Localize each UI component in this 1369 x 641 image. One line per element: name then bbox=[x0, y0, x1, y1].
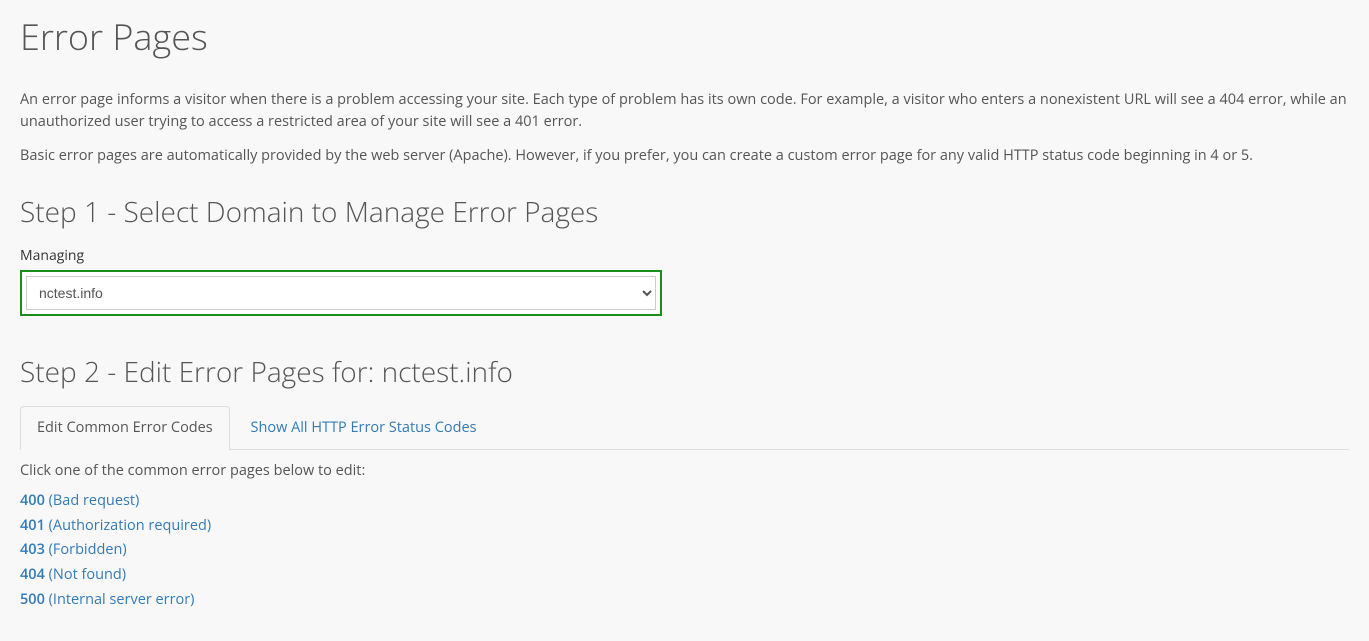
error-desc: (Internal server error) bbox=[49, 590, 195, 609]
domain-select[interactable]: nctest.info bbox=[26, 276, 656, 310]
list-item: 401 (Authorization required) bbox=[20, 515, 1349, 537]
list-item: 404 (Not found) bbox=[20, 564, 1349, 586]
tabs-container: Edit Common Error Codes Show All HTTP Er… bbox=[20, 405, 1349, 450]
error-code: 500 bbox=[20, 590, 45, 609]
error-code: 403 bbox=[20, 540, 45, 559]
page-title: Error Pages bbox=[20, 10, 1349, 64]
error-code: 401 bbox=[20, 516, 45, 535]
error-list: 400 (Bad request) 401 (Authorization req… bbox=[20, 490, 1349, 611]
error-link-401[interactable]: 401 (Authorization required) bbox=[20, 516, 211, 535]
tab-common-error-codes[interactable]: Edit Common Error Codes bbox=[20, 406, 230, 450]
error-link-403[interactable]: 403 (Forbidden) bbox=[20, 540, 127, 559]
error-desc: (Authorization required) bbox=[49, 516, 211, 535]
tab-all-error-codes[interactable]: Show All HTTP Error Status Codes bbox=[234, 406, 494, 449]
managing-label: Managing bbox=[20, 245, 1349, 266]
list-item: 403 (Forbidden) bbox=[20, 539, 1349, 561]
error-link-404[interactable]: 404 (Not found) bbox=[20, 565, 126, 584]
list-item: 500 (Internal server error) bbox=[20, 589, 1349, 611]
intro-paragraph-1: An error page informs a visitor when the… bbox=[20, 89, 1349, 133]
error-code: 400 bbox=[20, 491, 45, 510]
error-link-400[interactable]: 400 (Bad request) bbox=[20, 491, 139, 510]
step1-heading: Step 1 - Select Domain to Manage Error P… bbox=[20, 191, 1349, 233]
error-code: 404 bbox=[20, 565, 45, 584]
error-link-500[interactable]: 500 (Internal server error) bbox=[20, 590, 194, 609]
error-desc: (Forbidden) bbox=[49, 540, 127, 559]
error-desc: (Not found) bbox=[49, 565, 126, 584]
domain-select-highlight: nctest.info bbox=[20, 270, 662, 316]
error-desc: (Bad request) bbox=[49, 491, 140, 510]
list-item: 400 (Bad request) bbox=[20, 490, 1349, 512]
intro-paragraph-2: Basic error pages are automatically prov… bbox=[20, 145, 1349, 167]
step2-heading: Step 2 - Edit Error Pages for: nctest.in… bbox=[20, 351, 1349, 393]
tab-instruction: Click one of the common error pages belo… bbox=[20, 460, 1349, 482]
